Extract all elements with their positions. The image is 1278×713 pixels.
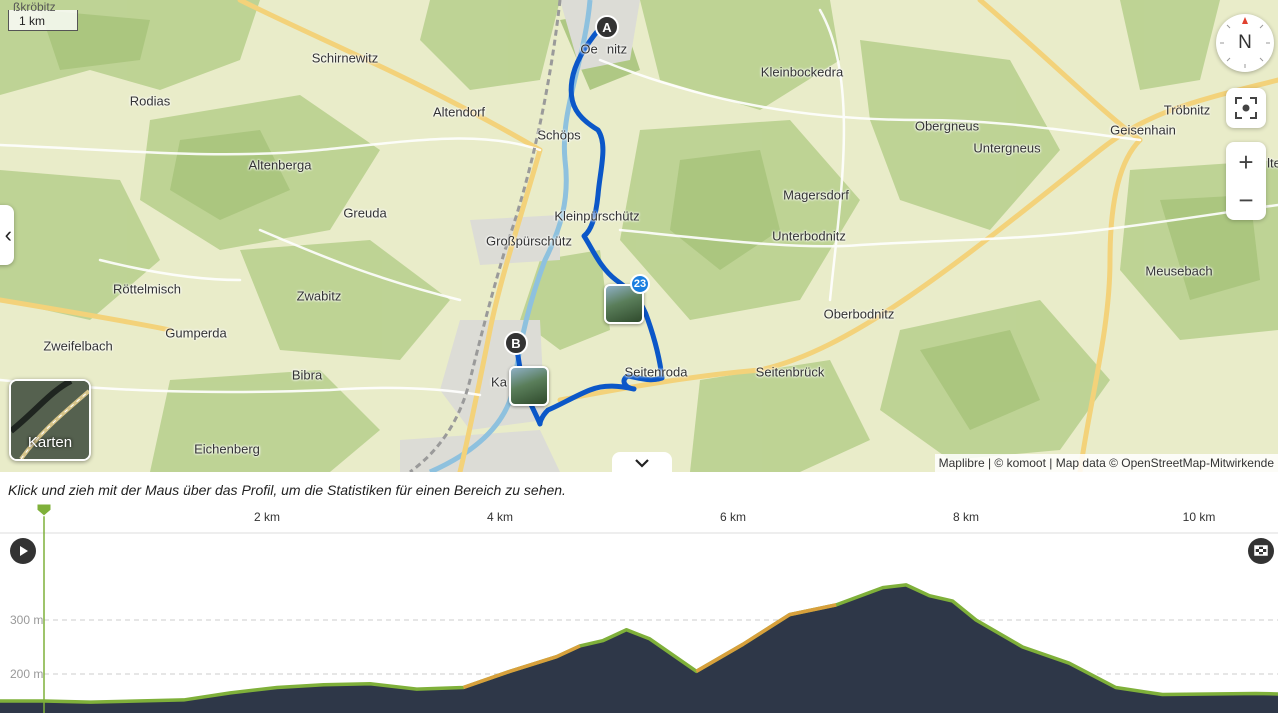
place-label: Großpürschütz — [486, 233, 572, 249]
place-label: Bibra — [291, 367, 323, 383]
place-label: lte — [1267, 155, 1278, 171]
recenter-button[interactable] — [1226, 88, 1266, 128]
waypoint-count-badge: 23 — [630, 274, 650, 294]
x-tick-label: 6 km — [720, 510, 746, 524]
place-label: Greuda — [343, 205, 387, 221]
scale-bar: ßkröbitz 1 km — [8, 0, 78, 31]
y-tick-label: 300 m — [10, 613, 43, 627]
x-tick-label: 8 km — [953, 510, 979, 524]
scale-label: 1 km — [19, 14, 46, 28]
place-label: Rodias — [129, 93, 171, 109]
chevron-down-icon — [635, 459, 649, 468]
place-label: Altendorf — [432, 104, 486, 120]
profile-hint: Klick und zieh mit der Maus über das Pro… — [8, 482, 566, 498]
x-tick-label: 4 km — [487, 510, 513, 524]
play-icon — [20, 546, 28, 556]
zoom-control: + − — [1226, 142, 1266, 220]
compass-button[interactable]: N — [1216, 14, 1274, 72]
map-view[interactable]: Schirnewitz Rodias Altendorf Altenberga … — [0, 0, 1278, 472]
finish-flag-icon — [1254, 545, 1268, 556]
place-label: Ka — [491, 374, 507, 390]
x-tick-label: 2 km — [254, 510, 280, 524]
place-label: Kleinbockedra — [760, 64, 844, 80]
y-tick-label: 200 m — [10, 667, 43, 681]
elevation-profile[interactable]: Klick und zieh mit der Maus über das Pro… — [0, 472, 1278, 713]
place-label: Seitenroda — [624, 364, 688, 380]
place-label: Untergneus — [973, 140, 1041, 156]
compass-label: N — [1238, 32, 1252, 53]
place-label: Meusebach — [1145, 263, 1213, 279]
position-cursor-handle[interactable] — [36, 503, 52, 517]
place-label: Magersdorf — [783, 187, 849, 203]
focus-icon — [1235, 97, 1257, 119]
start-marker[interactable]: A — [595, 15, 619, 39]
map-style-button[interactable]: Karten — [9, 379, 91, 461]
map-base-layer — [0, 0, 1278, 472]
place-label: Unterbodnitz — [772, 228, 846, 244]
place-label: Tröbnitz — [1163, 102, 1211, 118]
finish-button[interactable] — [1248, 538, 1274, 564]
end-marker[interactable]: B — [504, 331, 528, 355]
place-label: Schöps — [537, 127, 581, 143]
elevation-chart[interactable]: 2 km 4 km 6 km 8 km 10 km 300 m 200 m — [0, 502, 1278, 713]
collapse-profile-button[interactable] — [612, 452, 672, 472]
place-label: Altenberga — [248, 157, 312, 173]
place-label: Gumperda — [165, 325, 227, 341]
play-button[interactable] — [10, 538, 36, 564]
place-label: Oe — [580, 41, 598, 57]
zoom-out-button[interactable]: − — [1238, 181, 1253, 219]
place-label: Röttelmisch — [113, 281, 181, 297]
place-label: Zwabitz — [296, 288, 342, 304]
highlight-photo[interactable] — [509, 366, 549, 406]
place-label: Oberbodnitz — [823, 306, 895, 322]
place-label: Geisenhain — [1110, 122, 1176, 138]
map-style-label: Karten — [27, 434, 73, 451]
chevron-left-icon: ‹ — [4, 222, 12, 247]
place-label: Kleinpürschütz — [554, 208, 640, 224]
side-panel-toggle[interactable]: ‹ — [0, 205, 14, 265]
place-label: Seitenbrück — [755, 364, 825, 380]
scale-place-partial: ßkröbitz — [13, 0, 56, 14]
elevation-area-left — [0, 701, 44, 713]
zoom-in-button[interactable]: + — [1238, 143, 1253, 181]
place-label: Obergneus — [914, 118, 980, 134]
place-label: Eichenberg — [194, 441, 260, 457]
x-tick-label: 10 km — [1183, 510, 1216, 524]
place-label: Schirnewitz — [311, 50, 379, 66]
map-attribution[interactable]: Maplibre | © komoot | Map data © OpenStr… — [934, 454, 1278, 472]
place-label: nitz — [606, 41, 628, 57]
place-label: Zweifelbach — [43, 338, 113, 354]
